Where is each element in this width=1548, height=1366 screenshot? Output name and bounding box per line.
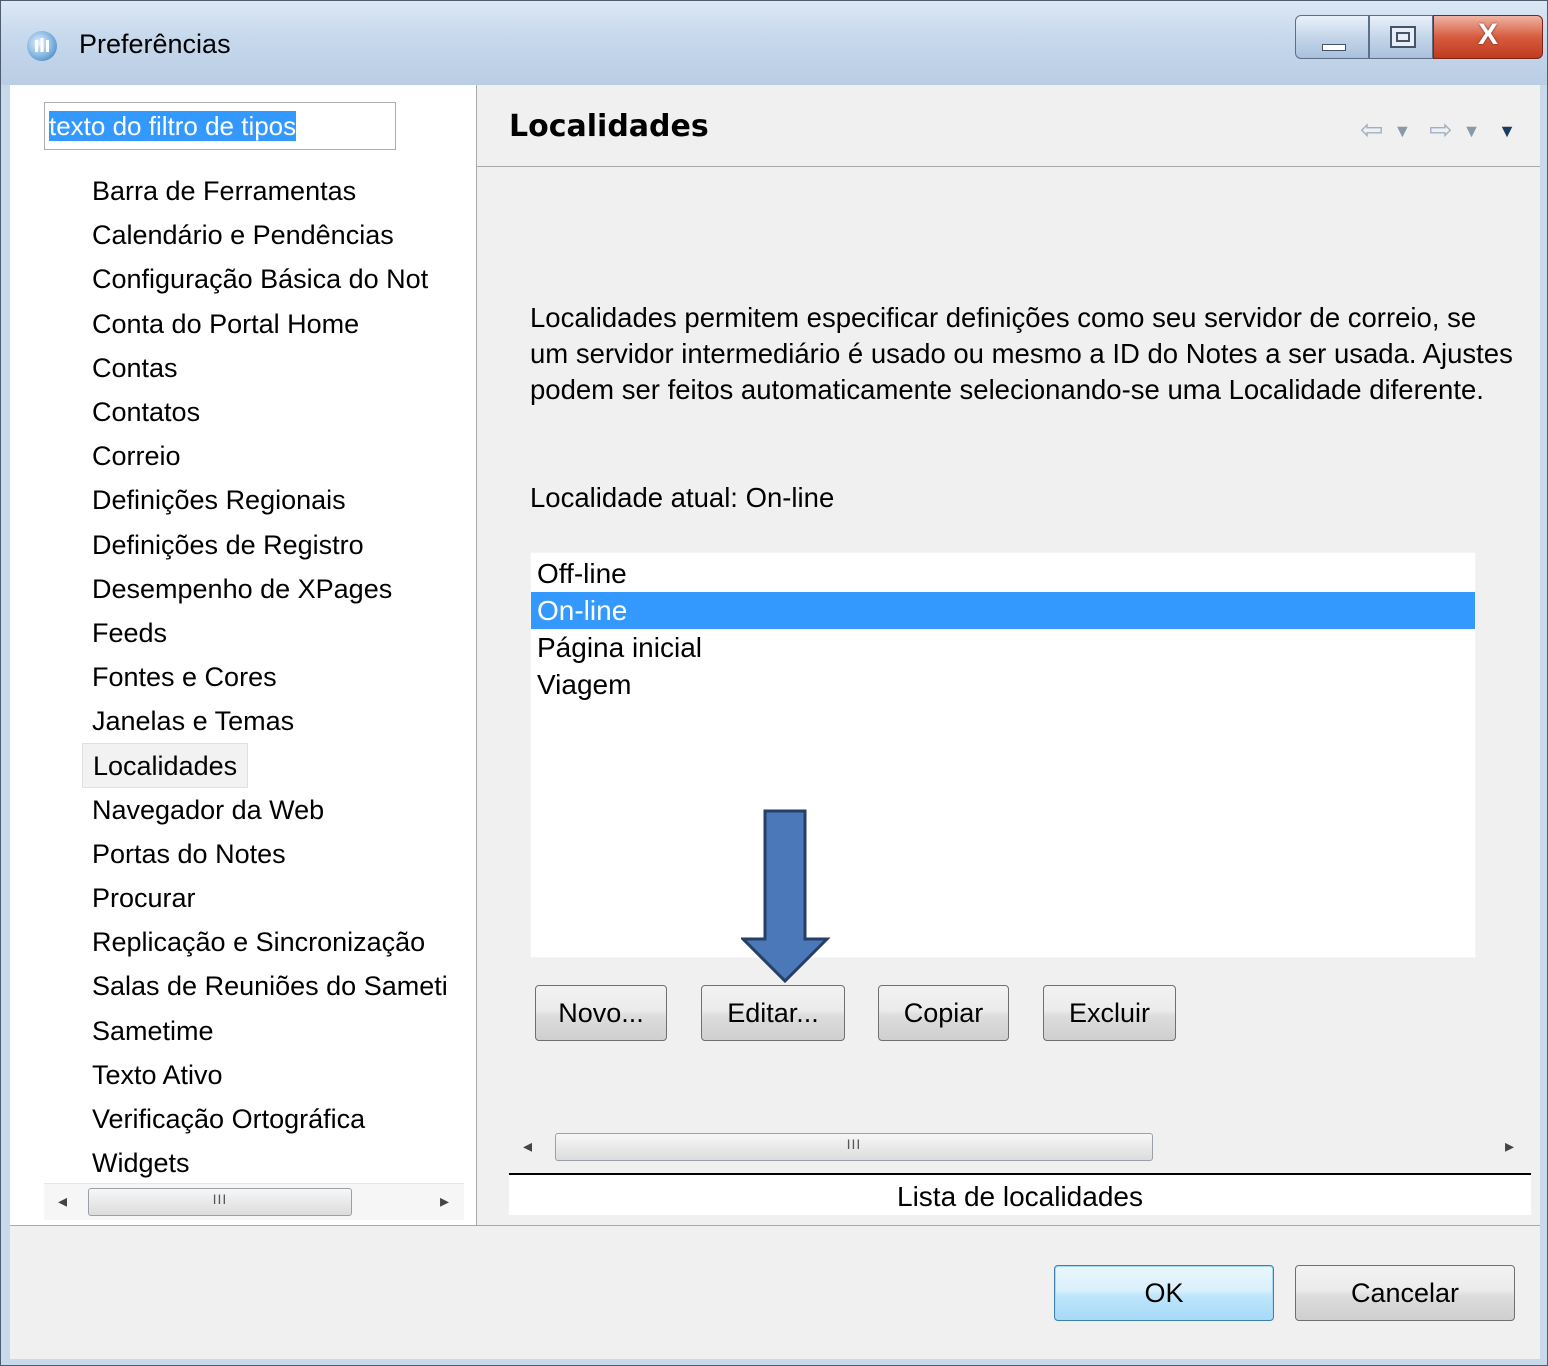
footer-divider [10,1225,1540,1226]
scroll-thumb[interactable]: III [88,1188,352,1216]
minimize-icon [1322,44,1346,51]
tree-item-label: Feeds [92,617,168,648]
maximize-button[interactable] [1369,15,1433,59]
annotation-arrow-shape [741,809,831,984]
tree-item[interactable]: Calendário e Pendências [92,213,458,257]
tree-item-label: Procurar [92,883,196,913]
cancel-button[interactable]: Cancelar [1295,1265,1515,1321]
forward-dropdown-icon[interactable]: ▼ [1463,121,1481,141]
page-navigation: ⇦ ▼ ⇨ ▼ ▼ [1350,113,1516,146]
tree-item-label: Janelas e Temas [92,706,295,737]
tree-item[interactable]: Configuração Básica do Not [92,257,458,301]
location-list-item[interactable]: Off-line [531,555,1475,592]
scroll-right-icon[interactable]: ▸ [440,1191,449,1212]
tree-item-label: Fontes e Cores [92,662,277,693]
tree-item[interactable]: Verificação Ortográfica [92,1097,458,1141]
app-icon [27,31,57,61]
tree-item-label: Sametime [92,1015,214,1046]
tree-item-label: Salas de Reuniões do Sameti [92,971,448,1002]
tree-item-label: Contatos [92,396,201,427]
tree-item[interactable]: Localidades [82,743,458,788]
new-button[interactable]: Novo... [535,985,667,1041]
close-icon: X [1477,18,1498,51]
tree-item[interactable]: Replicação e Sincronização [92,920,458,964]
edit-button[interactable]: Editar... [701,985,845,1041]
tree-item-label: Configuração Básica do Not [92,264,429,295]
ok-button[interactable]: OK [1054,1265,1274,1321]
page-scroll-thumb[interactable]: III [555,1133,1153,1161]
tree-item[interactable]: Feeds [92,611,458,655]
tree-item[interactable]: Salas de Reuniões do Sameti [92,964,458,1008]
tree-item[interactable]: Desempenho de XPages [92,567,458,611]
back-icon[interactable]: ⇦ [1360,114,1383,145]
preferences-window: Preferências X texto do filtro de tipos … [0,0,1548,1366]
tree-item[interactable]: Contatos [92,390,458,434]
tree-item-label: Correio [92,441,181,472]
preference-tree: Barra de Ferramentas Calendário e Pendênc… [82,169,458,1185]
tree-item-label: Portas do Notes [92,838,286,869]
tree-item[interactable]: Barra de Ferramentas [92,169,458,213]
tree-item-label: Barra de Ferramentas [92,176,357,206]
header-divider [477,166,1540,167]
tree-item-label: Replicação e Sincronização [92,927,426,958]
tree-item-label: Navegador da Web [92,794,325,825]
maximize-icon [1390,26,1416,48]
minimize-button[interactable] [1295,15,1369,59]
scroll-left-icon[interactable]: ◂ [58,1191,67,1212]
filter-input-text: texto do filtro de tipos [49,111,297,141]
filter-input[interactable]: texto do filtro de tipos [44,102,396,150]
tree-item[interactable]: Fontes e Cores [92,655,458,699]
page-scroll-grip-icon: III [846,1136,862,1152]
tree-item-label: Localidades [82,743,249,788]
forward-icon[interactable]: ⇨ [1429,114,1452,145]
scroll-grip-icon: III [212,1191,228,1207]
window-title: Preferências [79,29,231,59]
dialog-client: texto do filtro de tipos Barra de Ferram… [10,85,1540,1359]
tree-item[interactable]: Sametime [92,1009,458,1053]
location-list[interactable]: Off-line On-line Página inicial Viagem [530,552,1476,958]
close-button[interactable]: X [1433,15,1543,59]
tree-item[interactable]: Navegador da Web [92,788,458,832]
tree-item[interactable]: Contas [92,346,458,390]
page-scroll-right-icon[interactable]: ▸ [1505,1136,1514,1157]
view-menu-icon[interactable]: ▼ [1498,121,1516,141]
delete-button[interactable]: Excluir [1043,985,1176,1041]
tree-item[interactable]: Portas do Notes [92,832,458,876]
tree-item[interactable]: Correio [92,434,458,478]
tree-item[interactable]: Conta do Portal Home [92,302,458,346]
preference-tree-pane: texto do filtro de tipos Barra de Ferram… [10,85,477,1225]
tree-item[interactable]: Definições de Registro [92,523,458,567]
tree-item[interactable]: Procurar [92,876,458,920]
location-list-item[interactable]: Viagem [531,666,1475,703]
tree-item-label: Widgets [92,1148,190,1179]
down-arrow-annotation [741,809,831,984]
tree-item-label: Definições de Registro [92,529,364,560]
copy-button[interactable]: Copiar [878,985,1009,1041]
tree-item-label: Conta do Portal Home [92,308,360,339]
location-list-label: Lista de localidades [509,1173,1531,1215]
tree-item-label: Contas [92,352,178,383]
tree-item[interactable]: Widgets [92,1141,458,1185]
tree-item[interactable]: Definições Regionais [92,478,458,522]
title-bar[interactable]: Preferências X [1,1,1547,85]
tree-item-label: Calendário e Pendências [92,220,394,251]
location-list-item[interactable]: On-line [531,592,1475,629]
tree-item-label: Definições Regionais [92,485,346,516]
page-pane: Localidades ⇦ ▼ ⇨ ▼ ▼ Localidades permitem… [477,85,1540,1225]
page-horizontal-scrollbar[interactable]: ◂ III ▸ [509,1129,1531,1165]
page-title: Localidades [509,109,709,144]
tree-item-label: Texto Ativo [92,1059,223,1090]
tree-item[interactable]: Janelas e Temas [92,699,458,743]
tree-item-label: Verificação Ortográfica [92,1103,366,1134]
page-scroll-left-icon[interactable]: ◂ [523,1136,532,1157]
location-list-item[interactable]: Página inicial [531,629,1475,666]
tree-horizontal-scrollbar[interactable]: ◂ III ▸ [44,1183,464,1220]
current-location-label: Localidade atual: On-line [530,482,835,513]
page-description: Localidades permitem especificar definiç… [530,302,1513,405]
back-dropdown-icon[interactable]: ▼ [1393,121,1411,141]
tree-item-label: Desempenho de XPages [92,573,393,604]
tree-item[interactable]: Texto Ativo [92,1053,458,1097]
